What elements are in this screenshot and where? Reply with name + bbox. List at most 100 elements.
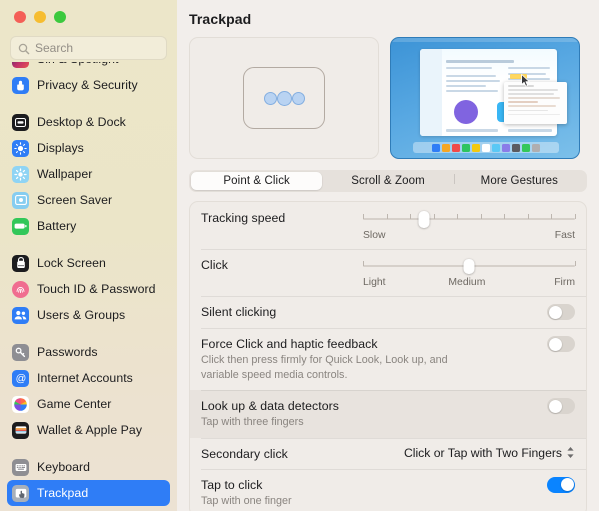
slider-thumb[interactable]	[463, 259, 475, 274]
sidebar-item-battery[interactable]: Battery	[7, 213, 170, 239]
setting-title: Secondary click	[201, 446, 288, 461]
finger-dot-icon	[276, 90, 292, 106]
sidebar-group-separator	[0, 98, 177, 109]
sidebar-item-users-groups[interactable]: Users & Groups	[7, 302, 170, 328]
page-title: Trackpad	[189, 11, 252, 27]
setting-label-group: Look up & data detectors Tap with three f…	[201, 398, 339, 430]
sidebar: Search Siri & Spotlight Privacy & Securit…	[0, 0, 177, 511]
toggle-knob	[560, 478, 574, 492]
sidebar-item-label: Desktop & Dock	[37, 115, 126, 129]
sidebar-item-label: Internet Accounts	[37, 371, 133, 385]
slider-tracking-speed[interactable]	[363, 211, 576, 228]
slider-tick	[363, 261, 364, 266]
setting-row-silent-clicking[interactable]: Silent clicking	[190, 296, 586, 328]
sidebar-item-label: Siri & Spotlight	[37, 62, 118, 66]
sidebar-item-label: Game Center	[37, 397, 112, 411]
slider-tick	[433, 214, 435, 219]
toggle-look-up-data-detectors[interactable]	[547, 398, 575, 415]
setting-subtitle: Tap with three fingers	[201, 416, 304, 429]
setting-row-tracking-speed[interactable]: Tracking speed Slow Fast	[190, 202, 586, 249]
tab-more-gestures[interactable]: More Gestures	[454, 172, 585, 190]
slider-tick	[363, 214, 364, 219]
slider-group: Light Medium Firm	[363, 257, 576, 288]
slider-max-label: Fast	[554, 230, 575, 241]
preview-dock-app-icon	[512, 143, 520, 152]
settings-panel: Tracking speed Slow Fast Click Light Medium Fi…	[189, 201, 587, 511]
slider-thumb[interactable]	[418, 211, 430, 228]
sidebar-item-lock-screen[interactable]: Lock Screen	[7, 250, 170, 276]
sidebar-nav[interactable]: Siri & Spotlight Privacy & Security Deskto…	[0, 62, 177, 511]
sidebar-item-label: Screen Saver	[37, 193, 113, 207]
sidebar-item-passwords[interactable]: Passwords	[7, 339, 170, 365]
slider-group: Slow Fast	[363, 210, 576, 241]
sidebar-item-label: Privacy & Security	[37, 78, 138, 92]
sidebar-item-displays[interactable]: Displays	[7, 135, 170, 161]
toggle-tap-to-click[interactable]	[547, 476, 575, 493]
preview-dock-app-icon	[492, 143, 500, 152]
minimize-button[interactable]	[34, 11, 46, 23]
window-traffic-lights	[0, 0, 177, 32]
setting-row-click[interactable]: Click Light Medium Firm	[190, 249, 586, 296]
slider-tick	[551, 214, 553, 219]
segmented-tab-bar[interactable]: Point & Click Scroll & Zoom More Gestures	[189, 170, 587, 192]
search-icon	[18, 42, 30, 55]
setting-control	[547, 304, 575, 320]
trackpad-gesture-illustration	[189, 37, 379, 159]
wallet-apple-pay-icon	[12, 421, 29, 439]
setting-label-group: Tracking speed	[201, 210, 285, 225]
tab-point-click[interactable]: Point & Click	[191, 172, 323, 190]
setting-control	[547, 476, 575, 493]
sidebar-item-desktop-dock[interactable]: Desktop & Dock	[7, 109, 170, 135]
slider-tick	[527, 214, 529, 219]
setting-row-look-up-data-detectors[interactable]: Look up & data detectors Tap with three f…	[190, 390, 586, 438]
close-button[interactable]	[14, 11, 26, 23]
sidebar-item-siri-spotlight[interactable]: Siri & Spotlight	[7, 62, 170, 72]
sidebar-item-label: Passwords	[37, 345, 98, 359]
sidebar-item-label: Keyboard	[37, 460, 91, 474]
slider-click[interactable]	[363, 259, 576, 274]
main-content: Trackpad Point & Click Scroll & Zoom Mor…	[177, 0, 599, 511]
toggle-silent-clicking[interactable]	[547, 304, 575, 320]
setting-row-secondary-click[interactable]: Secondary click Click or Tap with Two Fin…	[190, 437, 586, 469]
popup-button-secondary-click[interactable]: Click or Tap with Two Fingers	[404, 446, 575, 460]
sidebar-item-trackpad[interactable]: Trackpad	[7, 480, 170, 506]
battery-icon	[12, 217, 29, 235]
touch-id-icon	[12, 280, 29, 298]
slider-tick	[575, 261, 576, 266]
search-input[interactable]: Search	[10, 36, 167, 60]
sidebar-item-internet-accounts[interactable]: @ Internet Accounts	[7, 365, 170, 391]
sidebar-item-touch-id-password[interactable]: Touch ID & Password	[7, 276, 170, 302]
slider-max-label: Firm	[554, 277, 575, 288]
preview-dock-app-icon	[502, 143, 510, 152]
trackpad-icon	[12, 484, 29, 502]
tab-scroll-zoom[interactable]: Scroll & Zoom	[322, 172, 453, 190]
sidebar-item-wallet-apple-pay[interactable]: Wallet & Apple Pay	[7, 417, 170, 443]
gesture-video-preview[interactable]	[390, 37, 580, 159]
sidebar-group-separator	[0, 239, 177, 250]
popup-selected-value: Click or Tap with Two Fingers	[403, 445, 562, 460]
lock-screen-icon	[12, 254, 29, 272]
passwords-icon	[12, 343, 29, 361]
sidebar-item-wallpaper[interactable]: Wallpaper	[7, 161, 170, 187]
sidebar-item-keyboard[interactable]: Keyboard	[7, 454, 170, 480]
slider-mid-label: Medium	[448, 277, 486, 288]
setting-control: Click or Tap with Two Fingers	[404, 446, 575, 460]
siri-spotlight-icon	[12, 62, 29, 68]
sidebar-group-separator	[0, 328, 177, 339]
zoom-button[interactable]	[54, 11, 66, 23]
setting-row-tap-to-click[interactable]: Tap to click Tap with one finger	[190, 468, 586, 511]
setting-subtitle: Tap with one finger	[201, 494, 292, 507]
setting-title: Click	[201, 258, 228, 272]
chevron-up-down-icon	[566, 446, 575, 459]
sidebar-item-game-center[interactable]: Game Center	[7, 391, 170, 417]
sidebar-item-label: Battery	[37, 219, 77, 233]
setting-row-force-click-and-haptic-feedback[interactable]: Force Click and haptic feedback Click the…	[190, 328, 586, 390]
sidebar-item-label: Displays	[37, 141, 84, 155]
sidebar-item-privacy-security[interactable]: Privacy & Security	[7, 72, 170, 98]
sidebar-item-screen-saver[interactable]: Screen Saver	[7, 187, 170, 213]
preview-image-circle	[446, 99, 486, 125]
slider-labels: Slow Fast	[363, 230, 575, 241]
sidebar-item-label: Touch ID & Password	[37, 282, 156, 296]
sidebar-item-printers-scanners[interactable]: Printers & Scanners	[7, 506, 170, 511]
toggle-force-click-and-haptic-feedback[interactable]	[547, 336, 575, 352]
